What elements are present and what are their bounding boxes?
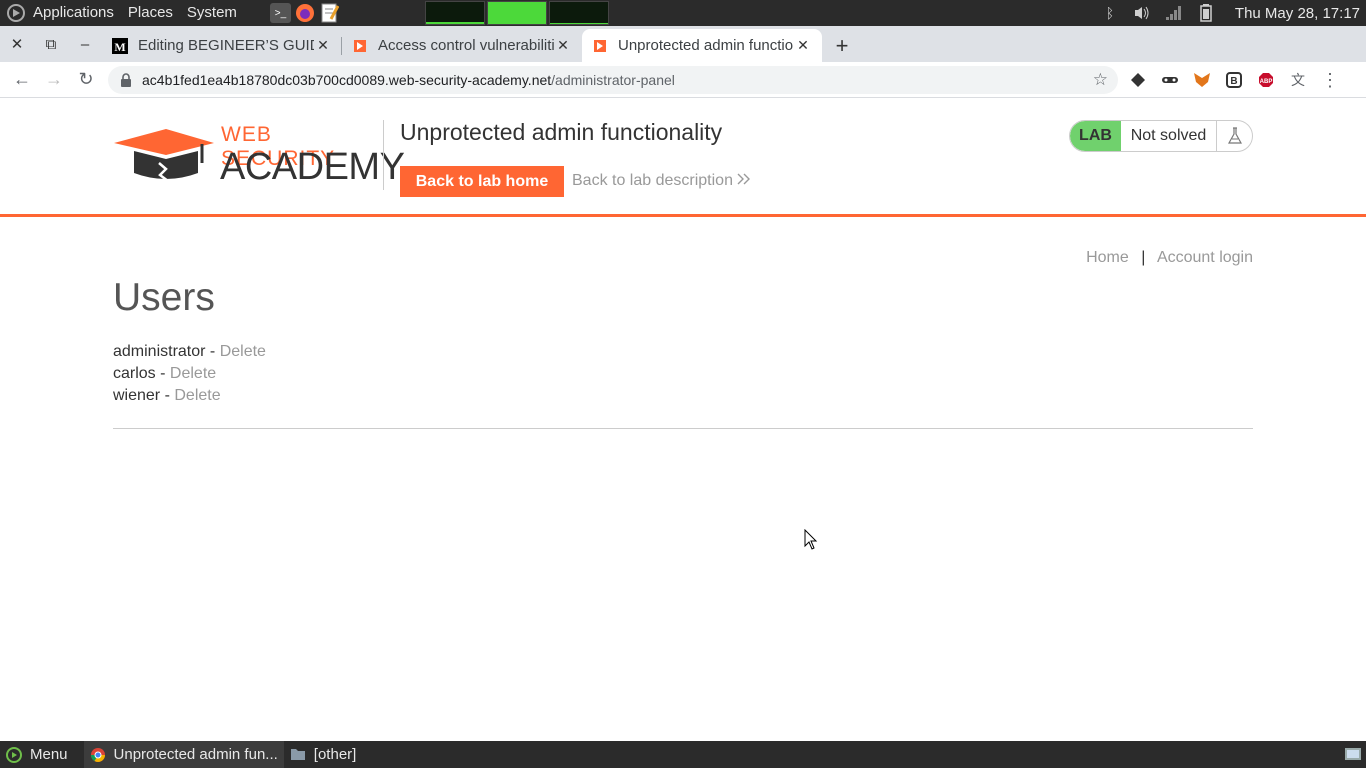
browser-toolbar: ← → ↻ ac4b1fed1ea4b18780dc03b700cd0089.w… [0, 62, 1366, 98]
description-link-label: Back to lab description [572, 172, 733, 189]
delete-user-link[interactable]: Delete [170, 365, 216, 382]
applications-menu[interactable]: Applications [26, 0, 121, 26]
delete-user-link[interactable]: Delete [174, 387, 220, 404]
list-item: administrator - Delete [113, 341, 266, 363]
list-item: wiener - Delete [113, 385, 266, 407]
folder-icon [290, 747, 306, 763]
window-minimize-icon[interactable]: – [68, 26, 102, 62]
menu-label: Menu [30, 746, 68, 763]
portswigger-icon [592, 38, 608, 54]
address-bar[interactable]: ac4b1fed1ea4b18780dc03b700cd0089.web-sec… [108, 66, 1118, 94]
home-link[interactable]: Home [1086, 249, 1129, 266]
tab-title: Unprotected admin functionality [618, 37, 794, 54]
svg-text:B: B [1230, 76, 1237, 87]
user-separator: - [155, 365, 170, 382]
logo-divider [383, 120, 384, 190]
taskbar-item-other[interactable]: [other] [284, 741, 363, 768]
tab-title: Access control vulnerabilities [378, 37, 554, 54]
flask-icon [1216, 121, 1252, 151]
show-desktop-icon[interactable] [1344, 746, 1362, 766]
extension-cube-icon[interactable] [1128, 64, 1148, 96]
network-monitor-graph[interactable] [548, 1, 609, 25]
system-menu[interactable]: System [180, 0, 244, 26]
window-close-icon[interactable]: ✕ [0, 26, 34, 62]
volume-icon[interactable] [1133, 4, 1151, 22]
user-separator: - [160, 387, 175, 404]
account-login-link[interactable]: Account login [1157, 249, 1253, 266]
places-menu[interactable]: Places [121, 0, 180, 26]
extension-mask-icon[interactable] [1160, 64, 1180, 96]
tab-access-control[interactable]: Access control vulnerabilities ✕ [342, 29, 582, 62]
tab-close-icon[interactable]: ✕ [554, 37, 572, 54]
url-path: /administrator-panel [551, 72, 675, 88]
taskbar-item-label: [other] [313, 746, 357, 763]
terminal-launcher-icon[interactable]: >_ [269, 3, 291, 23]
horizontal-divider [113, 428, 1253, 429]
user-name: carlos [113, 365, 156, 382]
taskbar-item-label: Unprotected admin fun... [113, 746, 278, 763]
double-chevron-right-icon [737, 172, 751, 189]
clock[interactable]: Thu May 28, 17:17 [1235, 5, 1360, 22]
svg-text:ABP: ABP [1260, 79, 1273, 85]
window-restore-icon[interactable]: ⧉ [34, 26, 68, 62]
back-arrow-icon[interactable]: ← [6, 64, 38, 96]
url-host: ac4b1fed1ea4b18780dc03b700cd0089.web-sec… [142, 72, 552, 88]
text-editor-launcher-icon[interactable] [320, 3, 341, 23]
lock-icon[interactable] [120, 73, 132, 87]
lab-title: Unprotected admin functionality [400, 119, 723, 145]
tab-close-icon[interactable]: ✕ [314, 37, 332, 54]
back-to-lab-home-button[interactable]: Back to lab home [400, 166, 564, 197]
translate-icon[interactable]: 文 [1288, 64, 1308, 96]
system-logo-icon [6, 746, 22, 763]
metamask-fox-icon[interactable] [1192, 64, 1212, 96]
top-system-panel: Applications Places System >_ ᛒ Thu May … [0, 0, 1366, 26]
adblock-plus-icon[interactable]: ABP [1256, 64, 1276, 96]
browser-tab-strip: ✕ ⧉ – M Editing BEGINEER’S GUIDE ✕ Acces… [0, 26, 1366, 62]
user-separator: - [205, 343, 220, 360]
list-item: carlos - Delete [113, 363, 266, 385]
extension-b-icon[interactable]: B [1224, 64, 1244, 96]
memory-monitor-graph[interactable] [486, 1, 547, 25]
bottom-taskbar: Menu Unprotected admin fun... [other] [0, 741, 1366, 768]
medium-icon: M [112, 37, 128, 54]
lab-status-text: Not solved [1130, 127, 1207, 144]
battery-icon[interactable] [1197, 4, 1215, 22]
nav-separator: | [1141, 249, 1146, 266]
page-title: Users [113, 276, 215, 319]
logo-text-academy: ACADEMY [220, 146, 405, 188]
svg-text:M: M [114, 40, 125, 54]
lab-header: WEB SECURITY ACADEMY Unprotected admin f… [0, 98, 1366, 217]
tab-editing-guide[interactable]: M Editing BEGINEER’S GUIDE ✕ [102, 29, 342, 62]
user-name: administrator [113, 343, 206, 360]
back-to-lab-description-link[interactable]: Back to lab description [572, 172, 751, 190]
tab-close-icon[interactable]: ✕ [794, 37, 812, 54]
lab-badge-label: LAB [1070, 121, 1121, 151]
user-list: administrator - Delete carlos - Delete w… [113, 341, 266, 407]
bluetooth-icon[interactable]: ᛒ [1101, 4, 1119, 22]
delete-user-link[interactable]: Delete [220, 343, 266, 360]
network-signal-icon[interactable] [1165, 4, 1183, 22]
cpu-monitor-graph[interactable] [424, 1, 485, 25]
chrome-icon [90, 747, 106, 763]
system-logo-icon[interactable] [6, 3, 26, 23]
start-menu-button[interactable]: Menu [0, 741, 74, 768]
portswigger-icon [352, 38, 368, 54]
firefox-launcher-icon[interactable] [295, 3, 316, 23]
page-top-links: Home | Account login [1086, 249, 1253, 267]
user-name: wiener [113, 387, 161, 404]
mouse-pointer-icon [804, 528, 818, 556]
web-security-academy-logo[interactable]: WEB SECURITY ACADEMY [114, 123, 405, 189]
reload-icon[interactable]: ↻ [70, 64, 102, 96]
forward-arrow-icon[interactable]: → [38, 64, 70, 96]
lab-status-badge: LAB Not solved [1069, 120, 1253, 152]
tab-title: Editing BEGINEER’S GUIDE [138, 37, 314, 54]
bookmark-star-icon[interactable]: ☆ [1093, 70, 1108, 90]
tab-unprotected-admin[interactable]: Unprotected admin functionality ✕ [582, 29, 822, 62]
new-tab-icon[interactable]: + [822, 29, 862, 62]
taskbar-item-chrome[interactable]: Unprotected admin fun... [83, 741, 284, 768]
menu-kebab-icon[interactable]: ⋮ [1320, 64, 1340, 96]
